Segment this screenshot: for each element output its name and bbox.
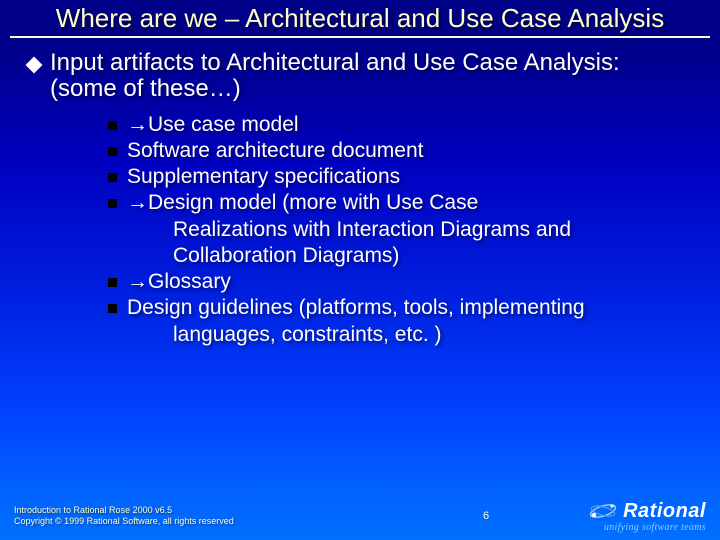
lead-text: Input artifacts to Architectural and Use…	[50, 50, 692, 102]
item-continuation: languages, constraints, etc. )	[173, 322, 692, 348]
item-text: →Use case model	[127, 112, 692, 138]
footer-left: Introduction to Rational Rose 2000 v6.5 …	[14, 505, 456, 528]
list-item: →Use case model	[108, 112, 692, 138]
brand-block: Rational unifying software teams	[516, 500, 706, 533]
square-bullet-icon	[108, 147, 117, 156]
slide-footer: Introduction to Rational Rose 2000 v6.5 …	[0, 492, 720, 540]
list-item: Design guidelines (platforms, tools, imp…	[108, 295, 692, 321]
square-bullet-icon	[108, 121, 117, 130]
footer-line2: Copyright © 1999 Rational Software, all …	[14, 516, 456, 527]
item-text: →Design model (more with Use Case	[127, 190, 692, 216]
square-bullet-icon	[108, 304, 117, 313]
sub-bullets: →Use case model Software architecture do…	[108, 112, 692, 348]
item-text: Design guidelines (platforms, tools, imp…	[127, 295, 692, 321]
item-text: →Glossary	[127, 269, 692, 295]
brand-row: Rational	[589, 500, 706, 523]
list-item: →Glossary	[108, 269, 692, 295]
diamond-bullet-icon	[26, 56, 43, 73]
item-continuation: Realizations with Interaction Diagrams a…	[173, 217, 692, 243]
item-text: Software architecture document	[127, 138, 692, 164]
list-item: Software architecture document	[108, 138, 692, 164]
page-number: 6	[456, 510, 516, 522]
bullet-level1: Input artifacts to Architectural and Use…	[28, 50, 692, 102]
square-bullet-icon	[108, 173, 117, 182]
square-bullet-icon	[108, 199, 117, 208]
slide-title: Where are we – Architectural and Use Cas…	[0, 0, 720, 34]
list-item: →Design model (more with Use Case	[108, 190, 692, 216]
footer-line1: Introduction to Rational Rose 2000 v6.5	[14, 505, 456, 516]
item-text: Supplementary specifications	[127, 164, 692, 190]
item-continuation: Collaboration Diagrams)	[173, 243, 692, 269]
brand-tagline: unifying software teams	[604, 522, 706, 533]
brand-name: Rational	[623, 500, 706, 523]
list-item: Supplementary specifications	[108, 164, 692, 190]
square-bullet-icon	[108, 278, 117, 287]
rational-logo-icon	[589, 500, 617, 522]
slide-body: Input artifacts to Architectural and Use…	[0, 38, 720, 348]
